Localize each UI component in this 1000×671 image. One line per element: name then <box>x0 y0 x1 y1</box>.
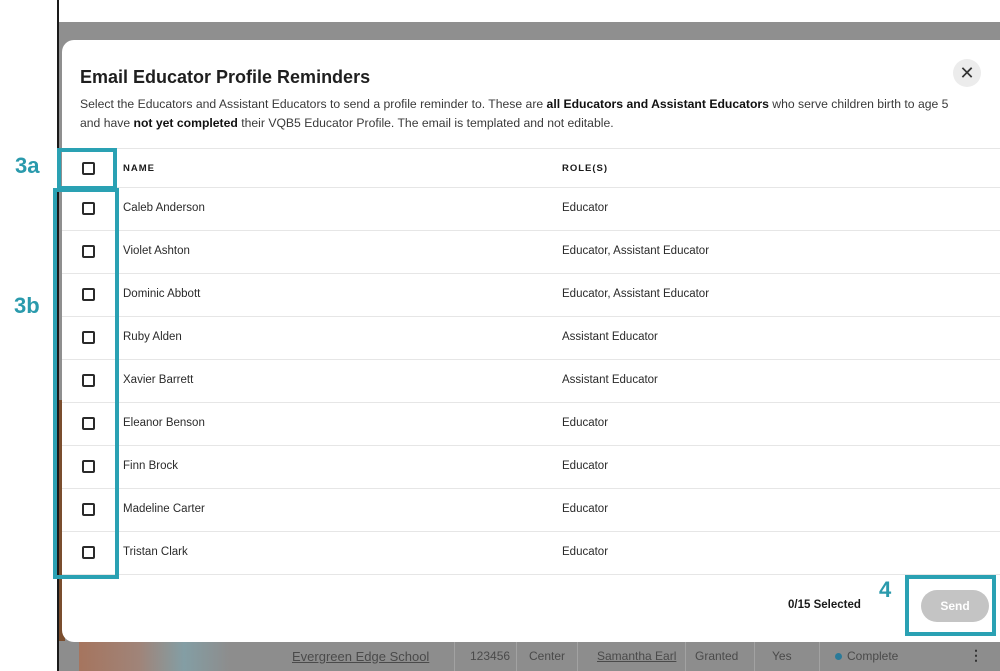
bg-status: Complete <box>835 649 898 663</box>
background-decoration <box>79 641 229 671</box>
background-topbar <box>59 0 1000 22</box>
background-table-row: Evergreen Edge School 123456 Center Sama… <box>59 641 1000 671</box>
row-checkbox[interactable] <box>82 245 95 258</box>
callout-label-3a: 3a <box>15 153 40 178</box>
educator-name: Madeline Carter <box>123 503 205 515</box>
bg-id: 123456 <box>470 649 511 663</box>
row-checkbox[interactable] <box>82 503 95 516</box>
educator-role: Educator <box>562 503 609 515</box>
row-checkbox[interactable] <box>82 546 95 559</box>
educator-role: Educator <box>562 460 609 472</box>
row-checkbox[interactable] <box>82 460 95 473</box>
educator-name: Ruby Alden <box>123 331 182 343</box>
selected-count: 0/15 Selected <box>788 599 861 611</box>
send-button[interactable]: Send <box>921 590 989 622</box>
educator-name: Xavier Barrett <box>123 374 194 386</box>
educator-role: Educator <box>562 417 609 429</box>
table-row: Madeline Carter Educator <box>62 489 1000 532</box>
row-checkbox[interactable] <box>82 374 95 387</box>
table-row: Caleb Anderson Educator <box>62 188 1000 231</box>
educator-name: Eleanor Benson <box>123 417 205 429</box>
educator-name: Dominic Abbott <box>123 288 201 300</box>
email-reminders-modal: ✕ Email Educator Profile Reminders Selec… <box>62 40 1000 642</box>
modal-description: Select the Educators and Assistant Educa… <box>80 97 949 130</box>
modal-title: Email Educator Profile Reminders <box>80 67 371 87</box>
bg-type: Center <box>529 649 566 663</box>
educator-role: Assistant Educator <box>562 374 658 386</box>
table-row: Eleanor Benson Educator <box>62 403 1000 446</box>
table-row: Dominic Abbott Educator, Assistant Educa… <box>62 274 1000 317</box>
bg-person: Samantha Earl <box>597 649 677 663</box>
table-row: Violet Ashton Educator, Assistant Educat… <box>62 231 1000 274</box>
callout-label-4: 4 <box>879 577 892 602</box>
row-checkbox[interactable] <box>82 288 95 301</box>
column-header-roles: ROLE(S) <box>562 163 609 174</box>
column-header-name: NAME <box>123 163 155 174</box>
table-header-row: NAME ROLE(S) <box>62 148 1000 188</box>
bg-flag: Yes <box>772 649 792 663</box>
table-row: Xavier Barrett Assistant Educator <box>62 360 1000 403</box>
bg-school-name: Evergreen Edge School <box>292 649 430 664</box>
educator-role: Educator, Assistant Educator <box>562 288 710 300</box>
row-checkbox[interactable] <box>82 202 95 215</box>
table-row: Finn Brock Educator <box>62 446 1000 489</box>
row-checkbox[interactable] <box>82 331 95 344</box>
kebab-menu-icon: ⋮ <box>969 647 983 663</box>
educator-role: Educator <box>562 202 609 214</box>
educator-name: Caleb Anderson <box>123 202 205 214</box>
close-button[interactable]: ✕ <box>953 59 981 87</box>
educator-role: Assistant Educator <box>562 331 658 343</box>
educator-name: Finn Brock <box>123 460 178 472</box>
educator-name: Violet Ashton <box>123 245 190 257</box>
educator-role: Educator, Assistant Educator <box>562 245 710 257</box>
educators-table: NAME ROLE(S) Caleb Anderson Educator Vio… <box>62 148 1000 575</box>
select-all-checkbox[interactable] <box>82 162 95 175</box>
educator-name: Tristan Clark <box>123 546 188 558</box>
educator-role: Educator <box>562 546 609 558</box>
table-row: Ruby Alden Assistant Educator <box>62 317 1000 360</box>
row-checkbox[interactable] <box>82 417 95 430</box>
callout-label-3b: 3b <box>14 293 40 318</box>
status-dot-icon <box>835 653 842 660</box>
close-icon: ✕ <box>959 62 975 83</box>
bg-access: Granted <box>695 649 739 663</box>
table-row: Tristan Clark Educator <box>62 532 1000 575</box>
